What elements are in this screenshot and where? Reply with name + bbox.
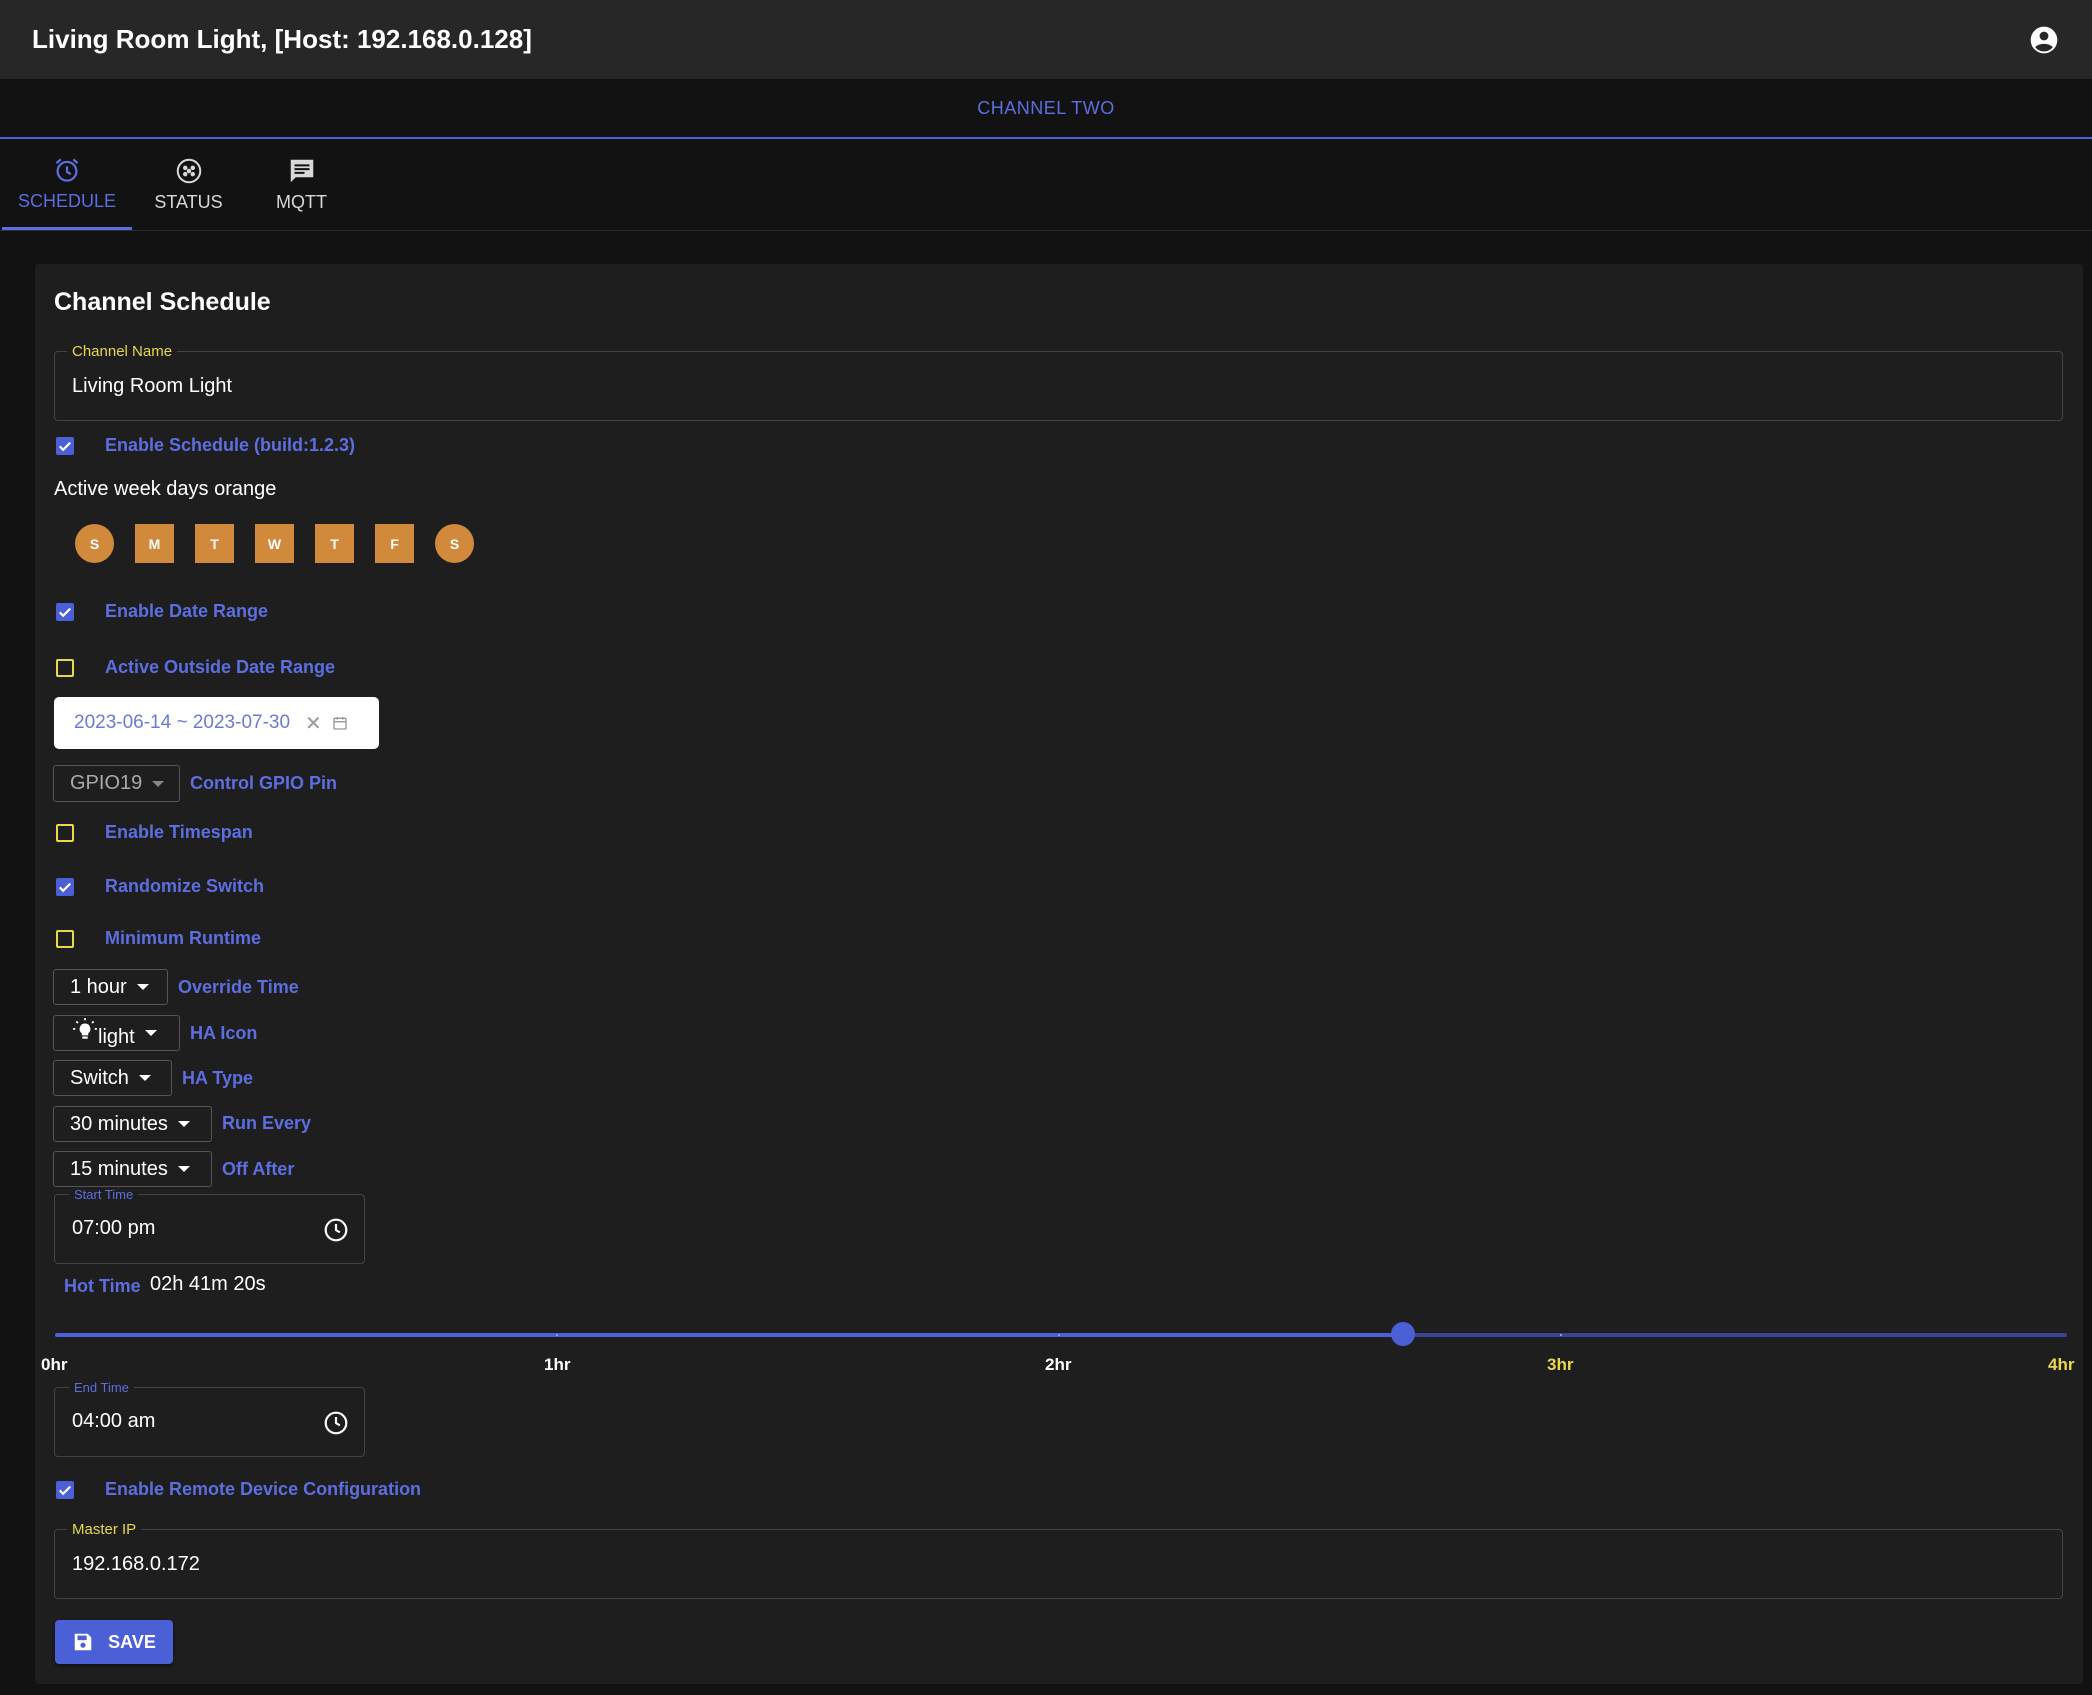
clear-icon[interactable]: ✕ (305, 711, 322, 736)
clock-icon[interactable] (323, 1217, 349, 1243)
enable-timespan-checkbox[interactable] (56, 824, 74, 842)
tab-mqtt[interactable]: MQTT (245, 139, 358, 230)
hot-time-label: Hot Time (64, 1276, 141, 1296)
date-range-picker[interactable]: 2023-06-14 ~ 2023-07-30 ✕ (54, 697, 379, 749)
master-ip-legend: Master IP (67, 1521, 142, 1538)
save-button[interactable]: SAVE (55, 1620, 173, 1664)
status-icon (176, 158, 201, 184)
alarm-clock-icon (55, 158, 79, 182)
card-title: Channel Schedule (54, 288, 271, 316)
chevron-down-icon (138, 1075, 151, 1081)
slider-tick (1560, 1334, 1562, 1336)
slider-mark-1hr: 1hr (544, 1355, 571, 1374)
slider-mark-2hr: 2hr (1045, 1355, 1072, 1374)
start-time-legend: Start Time (69, 1187, 139, 1202)
gpio-select-value: GPIO19 (70, 772, 143, 794)
enable-schedule-label: Enable Schedule (build:1.2.3) (105, 435, 356, 455)
channel-name-field[interactable]: Channel Name Living Room Light (54, 343, 2063, 421)
slider-mark-4hr: 4hr (2048, 1355, 2075, 1374)
message-icon (290, 159, 313, 183)
day-thursday[interactable]: T (315, 524, 354, 563)
randomize-label: Randomize Switch (105, 876, 265, 896)
schedule-card: Channel Schedule Channel Name Living Roo… (35, 264, 2083, 1684)
master-ip-field[interactable]: Master IP 192.168.0.172 (54, 1521, 2063, 1599)
day-sunday[interactable]: S (75, 524, 114, 563)
min-runtime-label: Minimum Runtime (105, 928, 261, 948)
run-every-label: Run Every (222, 1113, 312, 1133)
remote-config-checkbox[interactable] (56, 1481, 74, 1499)
slider-mark-3hr: 3hr (1547, 1355, 1574, 1374)
slider-tick (1058, 1334, 1060, 1336)
end-time-field[interactable]: End Time 04:00 am (54, 1380, 365, 1457)
chevron-down-icon (136, 984, 149, 990)
ha-type-value: Switch (70, 1066, 129, 1089)
tab-status-label: STATUS (154, 192, 223, 212)
enable-timespan-label: Enable Timespan (105, 822, 253, 842)
override-time-value: 1 hour (70, 975, 127, 998)
day-monday[interactable]: M (135, 524, 174, 563)
gpio-label: Control GPIO Pin (190, 773, 337, 793)
account-circle-icon[interactable] (2028, 24, 2060, 56)
app-title: Living Room Light, [Host: 192.168.0.128] (32, 24, 532, 54)
ha-icon-label: HA Icon (190, 1023, 258, 1043)
chevron-down-icon (144, 1030, 157, 1036)
override-time-label: Override Time (178, 977, 299, 997)
run-every-value: 30 minutes (70, 1112, 168, 1135)
channel-name-value: Living Room Light (72, 375, 233, 397)
channel-tab-bar: CHANNEL TWO (0, 79, 2092, 139)
start-time-field[interactable]: Start Time 07:00 pm (54, 1187, 365, 1264)
day-saturday[interactable]: S (435, 524, 474, 563)
active-outside-checkbox[interactable] (56, 659, 74, 677)
ha-type-label: HA Type (182, 1068, 254, 1088)
tab-schedule-label: SCHEDULE (17, 190, 117, 211)
tab-mqtt-label: MQTT (276, 192, 327, 212)
off-after-value: 15 minutes (70, 1157, 168, 1180)
day-friday[interactable]: F (375, 524, 414, 563)
save-icon (74, 1633, 92, 1651)
slider-tick (556, 1334, 558, 1336)
override-time-select[interactable]: 1 hour (53, 969, 168, 1005)
enable-schedule-checkbox[interactable] (56, 437, 74, 455)
clock-icon[interactable] (323, 1410, 349, 1436)
min-runtime-checkbox[interactable] (56, 930, 74, 948)
day-wednesday[interactable]: W (255, 524, 294, 563)
ha-icon-select[interactable]: light (53, 1015, 180, 1051)
chevron-down-icon (177, 1166, 190, 1172)
hot-time-value: 02h 41m 20s (150, 1273, 266, 1295)
day-tuesday[interactable]: T (195, 524, 234, 563)
run-every-select[interactable]: 30 minutes (53, 1106, 212, 1142)
channel-name-legend: Channel Name (67, 343, 178, 360)
chevron-down-icon (152, 780, 165, 787)
tab-status[interactable]: STATUS (132, 139, 245, 230)
ha-type-select[interactable]: Switch (53, 1060, 172, 1096)
gpio-select[interactable]: GPIO19 (53, 765, 180, 802)
off-after-select[interactable]: 15 minutes (53, 1151, 212, 1187)
section-tabs: SCHEDULE STATUS MQTT (0, 139, 2092, 231)
slider-mark-0hr: 0hr (41, 1355, 68, 1374)
calendar-icon[interactable] (332, 715, 348, 731)
app-bar: Living Room Light, [Host: 192.168.0.128] (0, 0, 2092, 79)
start-time-value: 07:00 pm (72, 1217, 156, 1239)
slider-track (55, 1333, 1403, 1337)
chevron-down-icon (177, 1121, 190, 1127)
lightbulb-icon (73, 1018, 97, 1039)
weekdays-label: Active week days orange (54, 478, 277, 500)
slider-thumb[interactable] (1391, 1322, 1415, 1346)
save-label: SAVE (108, 1631, 156, 1652)
tab-channel-two[interactable]: CHANNEL TWO (977, 98, 1115, 119)
randomize-checkbox[interactable] (56, 878, 74, 896)
active-outside-label: Active Outside Date Range (105, 657, 336, 677)
tab-schedule[interactable]: SCHEDULE (2, 139, 132, 230)
enable-date-range-checkbox[interactable] (56, 603, 74, 621)
master-ip-value: 192.168.0.172 (72, 1553, 200, 1575)
end-time-legend: End Time (69, 1380, 134, 1395)
end-time-value: 04:00 am (72, 1410, 156, 1432)
off-after-label: Off After (222, 1159, 295, 1179)
date-range-value: 2023-06-14 ~ 2023-07-30 (74, 712, 291, 733)
enable-date-range-label: Enable Date Range (105, 601, 269, 621)
ha-icon-value: light (98, 1025, 135, 1048)
remote-config-label: Enable Remote Device Configuration (105, 1479, 422, 1499)
